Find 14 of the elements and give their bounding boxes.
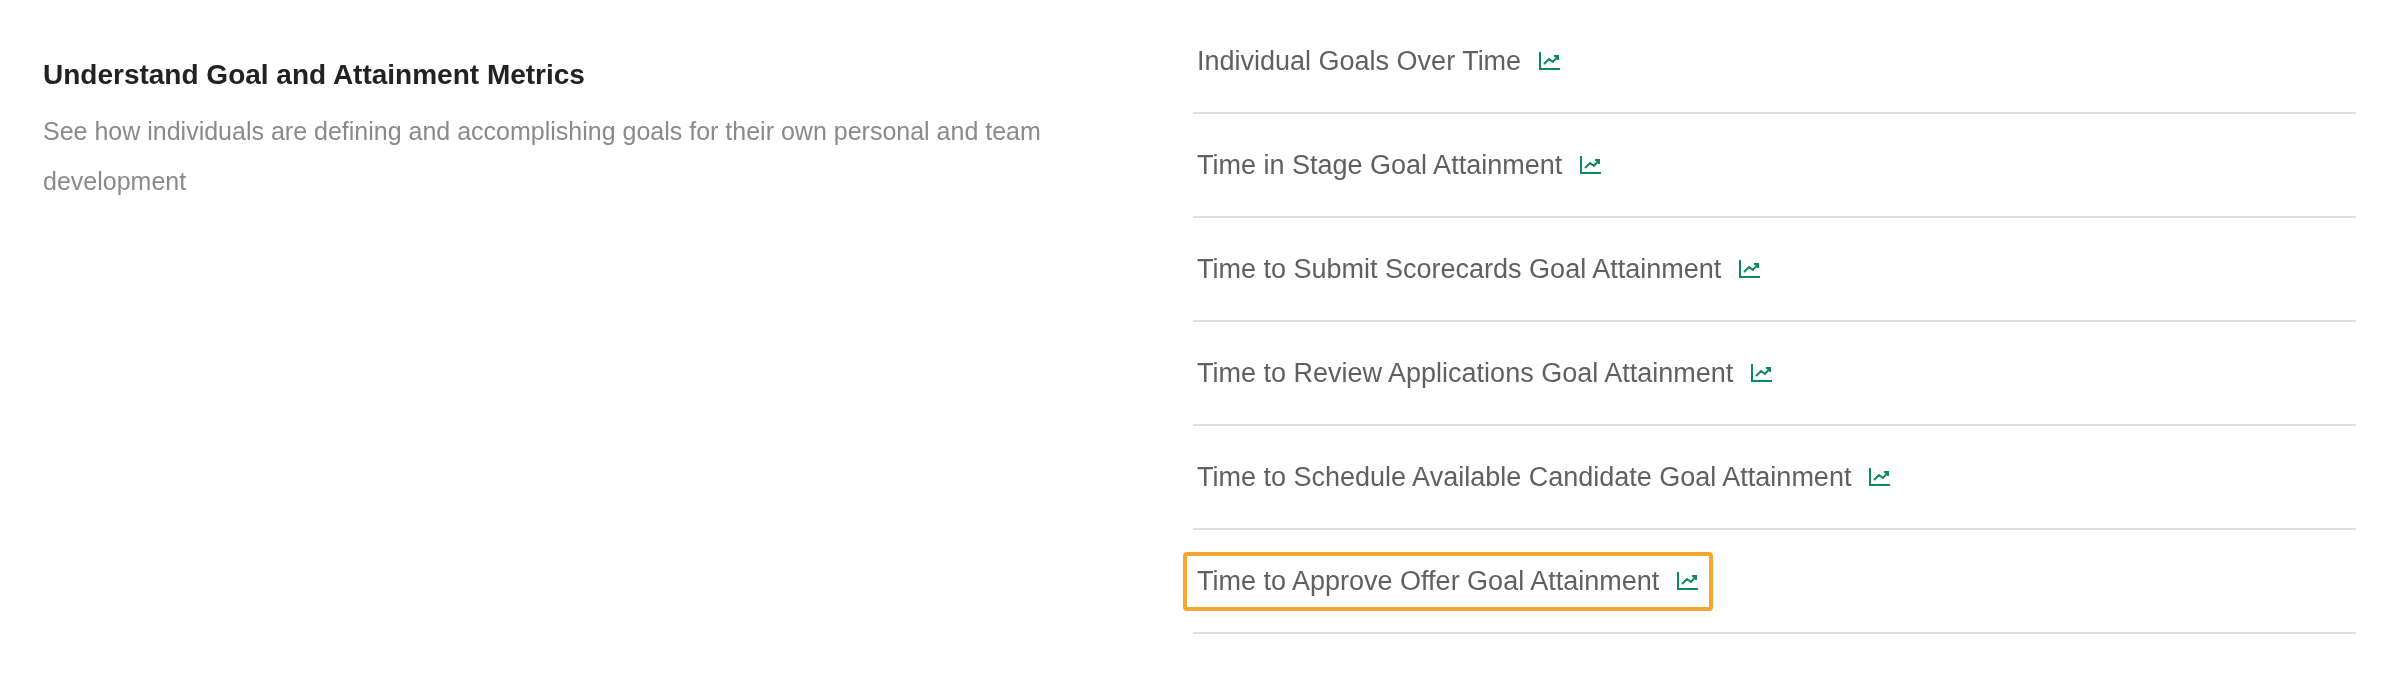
section-description: See how individuals are defining and accomplishing goals for their own personal and team development [43,116,1042,197]
report-link[interactable]: Time in Stage Goal Attainment [1183,135,1617,195]
report-link[interactable]: Time to Review Applications Goal Attainment [1183,343,1788,403]
report-link[interactable]: Time to Approve Offer Goal Attainment [1183,551,1714,611]
report-link[interactable]: Time to Schedule Available Candidate Goal Attainment [1183,447,1906,507]
line-chart-icon [1751,363,1774,383]
line-chart-icon [1539,51,1562,71]
line-chart-icon [1739,259,1762,279]
section-title: Understand Goal and Attainment Metrics [43,58,586,92]
line-chart-icon [1677,571,1700,591]
report-link[interactable]: Individual Goals Over Time [1183,31,1576,91]
line-chart-icon [1869,467,1892,487]
report-link[interactable]: Time to Submit Scorecards Goal Attainment [1183,239,1776,299]
line-chart-icon [1580,155,1603,175]
